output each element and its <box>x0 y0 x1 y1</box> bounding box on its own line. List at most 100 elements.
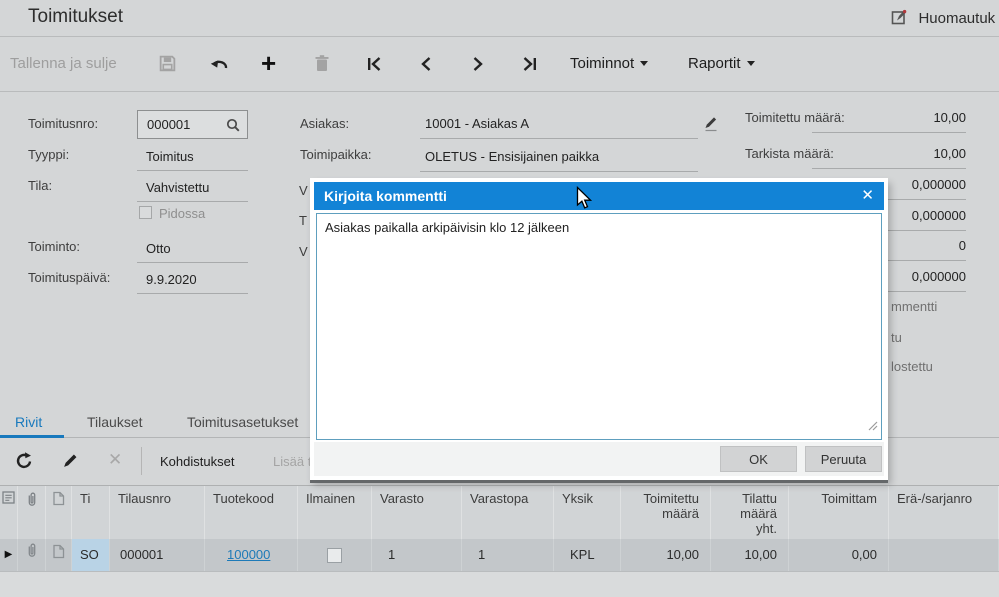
cell-era-sarjanro[interactable] <box>889 539 999 571</box>
column-header-tuotekoodi[interactable]: Tuotekood <box>205 486 298 539</box>
cell-varastopaikka[interactable]: 1 <box>462 539 554 571</box>
hold-checkbox[interactable] <box>139 206 152 219</box>
location-value[interactable]: OLETUS - Ensisijainen paikka <box>425 149 599 164</box>
type-value[interactable]: Toimitus <box>146 149 194 164</box>
operation-value[interactable]: Otto <box>146 241 171 256</box>
row-pointer-icon: ▶ <box>4 549 13 560</box>
column-header-ti[interactable]: Ti <box>72 486 110 539</box>
search-icon[interactable] <box>226 118 241 138</box>
mouse-cursor <box>576 185 593 216</box>
toolbar-divider <box>141 447 142 475</box>
column-header-yksikko[interactable]: Yksik <box>554 486 621 539</box>
note-edit-icon <box>891 9 908 30</box>
main-toolbar: Tallenna ja sulje + Toiminnot Raportit <box>0 38 999 92</box>
document-icon <box>52 539 65 571</box>
comment-dialog: Kirjoita kommentti ✕ Asiakas paikalla ar… <box>310 178 888 480</box>
comment-textarea[interactable]: Asiakas paikalla arkipäivisin klo 12 jäl… <box>316 213 882 440</box>
operation-label: Toiminto: <box>28 239 81 254</box>
free-item-checkbox[interactable] <box>327 547 342 563</box>
add-order-button[interactable]: Lisää ti <box>273 454 314 469</box>
customer-label: Asiakas: <box>300 116 350 131</box>
last-record-button[interactable] <box>521 56 538 77</box>
first-record-button[interactable] <box>366 56 383 77</box>
shipment-nbr-input[interactable]: 000001 <box>137 110 248 139</box>
actions-menu[interactable]: Toiminnot <box>570 55 649 72</box>
document-icon <box>52 491 65 539</box>
delete-button[interactable] <box>314 54 330 78</box>
type-label: Tyyppi: <box>28 147 70 162</box>
shipped-qty-value: 10,00 <box>933 110 966 125</box>
column-header-era-sarjanro[interactable]: Erä-/sarjanro <box>889 486 999 539</box>
allocations-button[interactable]: Kohdistukset <box>160 454 234 469</box>
column-header-toimittamatta[interactable]: Toimittam <box>789 486 889 539</box>
tab-toimitusasetukset[interactable]: Toimitusasetukset <box>187 414 298 430</box>
edit-customer-button[interactable] <box>703 115 719 137</box>
grid-empty-area <box>0 572 999 597</box>
status-value[interactable]: Vahvistettu <box>146 180 209 195</box>
row-doc-cell[interactable] <box>46 539 72 571</box>
column-header-varastopaikka[interactable]: Varastopa <box>462 486 554 539</box>
comment-dialog-footer: OK Peruuta <box>314 442 884 476</box>
dialog-title: Kirjoita kommentti <box>324 188 447 204</box>
add-button[interactable]: + <box>261 48 276 79</box>
notes-column-header[interactable] <box>0 486 18 539</box>
clipped-label-varasto: V <box>299 183 308 198</box>
next-record-button[interactable] <box>471 56 485 77</box>
cell-yksikko[interactable]: KPL <box>554 539 621 571</box>
page-title: Toimitukset <box>28 6 124 27</box>
tab-rivit[interactable]: Rivit <box>15 414 42 430</box>
cancel-button[interactable]: Peruuta <box>805 446 882 472</box>
reports-menu[interactable]: Raportit <box>688 55 755 72</box>
undo-icon <box>209 59 230 76</box>
refresh-icon <box>14 452 34 475</box>
refresh-button[interactable] <box>14 451 34 476</box>
ok-button[interactable]: OK <box>720 446 797 472</box>
column-header-tilausnro[interactable]: Tilausnro <box>110 486 205 539</box>
cell-tilattu-maara[interactable]: 10,00 <box>711 539 789 571</box>
customer-value[interactable]: 10001 - Asiakas A <box>425 116 529 131</box>
files-column-header[interactable] <box>18 486 46 539</box>
cell-toimitettu-maara[interactable]: 10,00 <box>621 539 711 571</box>
hold-label: Pidossa <box>159 206 206 221</box>
notes-label: Huomautuk <box>918 10 996 27</box>
table-row[interactable]: ▶ SO 000001 100000 1 1 KPL 10,00 10,00 0… <box>0 539 999 572</box>
cell-toimittamatta[interactable]: 0,00 <box>789 539 889 571</box>
comment-dialog-body: Asiakas paikalla arkipäivisin klo 12 jäl… <box>314 210 884 442</box>
save-icon <box>158 55 177 77</box>
clipped-label-kommentti: mmentti <box>891 299 938 314</box>
undo-button[interactable] <box>209 57 230 77</box>
save-and-close-button[interactable]: Tallenna ja sulje <box>10 55 117 72</box>
column-header-toimitettu-maara[interactable]: Toimitettu määrä <box>621 486 711 539</box>
column-header-ilmainen[interactable]: Ilmainen <box>298 486 372 539</box>
delete-row-button[interactable]: ✕ <box>108 450 122 470</box>
pencil-icon <box>703 117 719 136</box>
clipped-label-tulostettu: lostettu <box>891 359 933 374</box>
shipment-nbr-label: Toimitusnro: <box>28 116 99 131</box>
shipment-date-value[interactable]: 9.9.2020 <box>146 272 197 287</box>
save-button[interactable] <box>158 54 177 78</box>
cell-tilausnro[interactable]: 000001 <box>110 539 205 571</box>
tab-tilaukset[interactable]: Tilaukset <box>87 414 143 430</box>
resize-handle[interactable] <box>868 418 878 436</box>
edit-row-button[interactable] <box>62 452 79 474</box>
item-link[interactable]: 100000 <box>227 547 270 562</box>
clipped-label-t: T <box>299 213 307 228</box>
comment-dialog-titlebar[interactable]: Kirjoita kommentti ✕ <box>314 182 884 210</box>
chevron-left-icon <box>419 57 433 76</box>
clipped-label-v: V <box>299 244 308 259</box>
title-bar: Toimitukset Huomautuk <box>0 0 999 37</box>
chevron-right-icon <box>471 57 485 76</box>
control-qty-value[interactable]: 10,00 <box>810 146 966 161</box>
dialog-close-button[interactable]: ✕ <box>861 182 874 210</box>
previous-record-button[interactable] <box>419 56 433 77</box>
row-selector-cell: ▶ <box>0 539 18 571</box>
cell-ti[interactable]: SO <box>72 539 110 571</box>
doc-column-header[interactable] <box>46 486 72 539</box>
row-files-cell[interactable] <box>18 539 46 571</box>
notes-button[interactable]: Huomautuk <box>891 9 995 31</box>
column-header-varasto[interactable]: Varasto <box>372 486 462 539</box>
cell-varasto[interactable]: 1 <box>372 539 462 571</box>
clipped-label-tu: tu <box>891 330 902 345</box>
trash-icon <box>314 55 330 77</box>
column-header-tilattu-maara[interactable]: Tilattu määrä yht. <box>711 486 789 539</box>
